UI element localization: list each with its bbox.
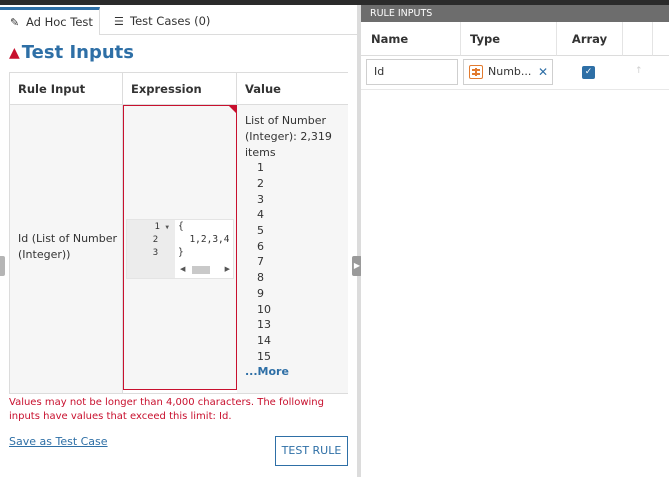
expression-cell[interactable]: 1 ▼ 2 3 { 1,2,3,4 } ◀ ▶ (123, 105, 237, 390)
tab-label: Ad Hoc Test (26, 15, 93, 29)
test-rule-button[interactable]: TEST RULE (275, 436, 348, 466)
rule-input-row: Id Numb... ✕ ✓ ↑ (361, 56, 669, 90)
scroll-left-icon[interactable]: ◀ (180, 265, 185, 273)
type-label: Numb... (488, 65, 532, 78)
horizontal-scrollbar[interactable]: ◀ ▶ (178, 264, 234, 276)
value-item: 1 (257, 161, 264, 174)
line-number: 1 ▼ (154, 222, 169, 232)
test-panel: ✎ Ad Hoc Test ☰ Test Cases (0) ▲ Test Input… (0, 5, 357, 477)
value-cell: List of Number (Integer): 2,319 items 1 … (237, 105, 348, 393)
column-header-blank (653, 22, 669, 56)
page-title-text: Test Inputs (21, 42, 134, 63)
rule-inputs-header: RULE INPUTS (361, 5, 669, 22)
clear-type-icon[interactable]: ✕ (538, 60, 548, 84)
page-title: ▲ Test Inputs (9, 41, 134, 65)
scroll-right-icon[interactable]: ▶ (225, 265, 230, 273)
error-message: Values may not be longer than 4,000 char… (9, 397, 324, 422)
value-item: 13 (257, 318, 271, 331)
rule-inputs-panel: RULE INPUTS Name Type Array Id Numb... ✕… (361, 5, 669, 477)
column-header-name: Name (361, 22, 461, 56)
column-header-type: Type (461, 22, 557, 56)
value-summary: List of Number (Integer): 2,319 items (245, 114, 332, 159)
expression-editor[interactable]: 1 ▼ 2 3 { 1,2,3,4 } ◀ ▶ (126, 219, 234, 279)
value-item: 5 (257, 224, 264, 237)
tab-label: Test Cases (0) (130, 14, 211, 28)
tab-bar: ✎ Ad Hoc Test ☰ Test Cases (0) (0, 5, 357, 35)
rule-input-name-cell: Id (List of Number (Integer)) (10, 105, 123, 393)
tab-ad-hoc-test[interactable]: ✎ Ad Hoc Test (0, 7, 100, 35)
error-corner-marker (229, 106, 236, 113)
column-header-rule-input-name: Rule Input Name (10, 73, 123, 128)
edit-icon: ✎ (10, 16, 20, 29)
save-as-test-case-link[interactable]: Save as Test Case (9, 435, 108, 448)
warning-icon: ▲ (9, 45, 20, 61)
name-input[interactable]: Id (366, 59, 458, 85)
editor-gutter: 1 ▼ 2 3 (127, 220, 175, 278)
value-item: 3 (257, 193, 264, 206)
column-header-blank (623, 22, 653, 56)
value-item: 10 (257, 303, 271, 316)
value-item: 4 (257, 208, 264, 221)
test-inputs-grid: Rule Input Name Expression Value Id (Lis… (9, 72, 348, 394)
array-checkbox[interactable]: ✓ (582, 66, 595, 79)
code-line: { (178, 221, 184, 232)
value-item: 6 (257, 240, 264, 253)
value-item: 9 (257, 287, 264, 300)
fold-arrow-icon[interactable]: ▼ (165, 224, 169, 231)
column-header-value: Value (237, 73, 348, 105)
value-item: 15 (257, 350, 271, 363)
code-line: 1,2,3,4 (178, 234, 230, 245)
code-line: } (178, 247, 184, 258)
rule-input-name: Id (List of Number (Integer)) (18, 232, 118, 261)
column-header-expression: Expression (123, 73, 237, 105)
more-link[interactable]: ...More (245, 365, 289, 378)
scroll-thumb[interactable] (192, 266, 210, 274)
value-item: 14 (257, 334, 271, 347)
value-item: 2 (257, 177, 264, 190)
value-item: 7 (257, 255, 264, 268)
line-number: 2 (152, 235, 159, 245)
value-item: 8 (257, 271, 264, 284)
column-header-array: Array (557, 22, 623, 56)
move-up-icon[interactable]: ↑ (635, 66, 643, 76)
type-picker[interactable]: Numb... ✕ (463, 59, 553, 85)
number-type-icon (469, 65, 483, 79)
left-collapse-handle[interactable] (0, 256, 5, 276)
list-icon: ☰ (114, 15, 124, 28)
tab-test-cases[interactable]: ☰ Test Cases (0) (104, 7, 214, 35)
line-number: 3 (152, 248, 159, 258)
